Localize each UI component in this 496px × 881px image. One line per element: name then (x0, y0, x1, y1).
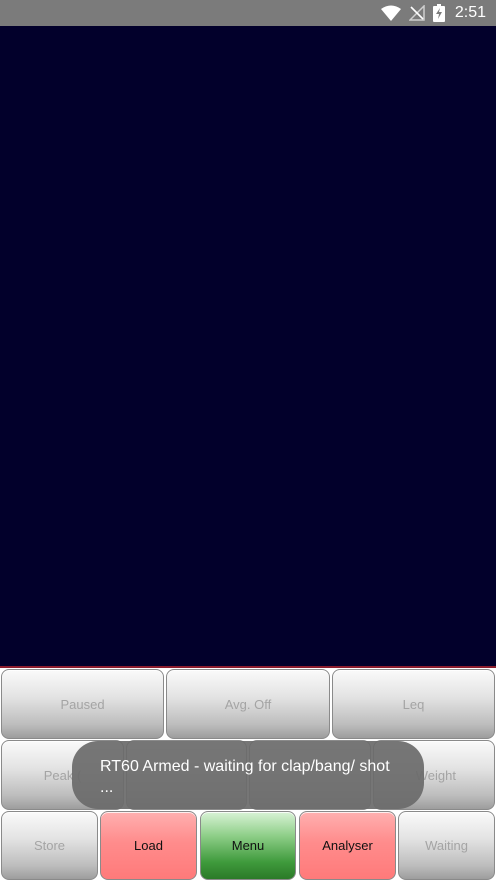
analyser-display[interactable] (0, 26, 496, 666)
analyser-button[interactable]: Analyser (299, 811, 396, 880)
waiting-button[interactable]: Waiting (398, 811, 495, 880)
paused-button[interactable]: Paused (1, 669, 164, 739)
load-button[interactable]: Load (100, 811, 197, 880)
no-signal-icon (408, 5, 425, 21)
menu-button[interactable]: Menu (200, 811, 296, 880)
toast-message: RT60 Armed - waiting for clap/bang/ shot… (72, 741, 424, 809)
leq-button[interactable]: Leq (332, 669, 495, 739)
status-icons: 2:51 (380, 3, 486, 23)
status-bar: 2:51 (0, 0, 496, 26)
wifi-icon (380, 5, 401, 21)
store-button[interactable]: Store (1, 811, 98, 880)
avg-off-button[interactable]: Avg. Off (166, 669, 330, 739)
battery-charging-icon (432, 4, 445, 22)
toast-text: RT60 Armed - waiting for clap/bang/ shot… (100, 758, 390, 796)
clock-time: 2:51 (454, 4, 486, 21)
